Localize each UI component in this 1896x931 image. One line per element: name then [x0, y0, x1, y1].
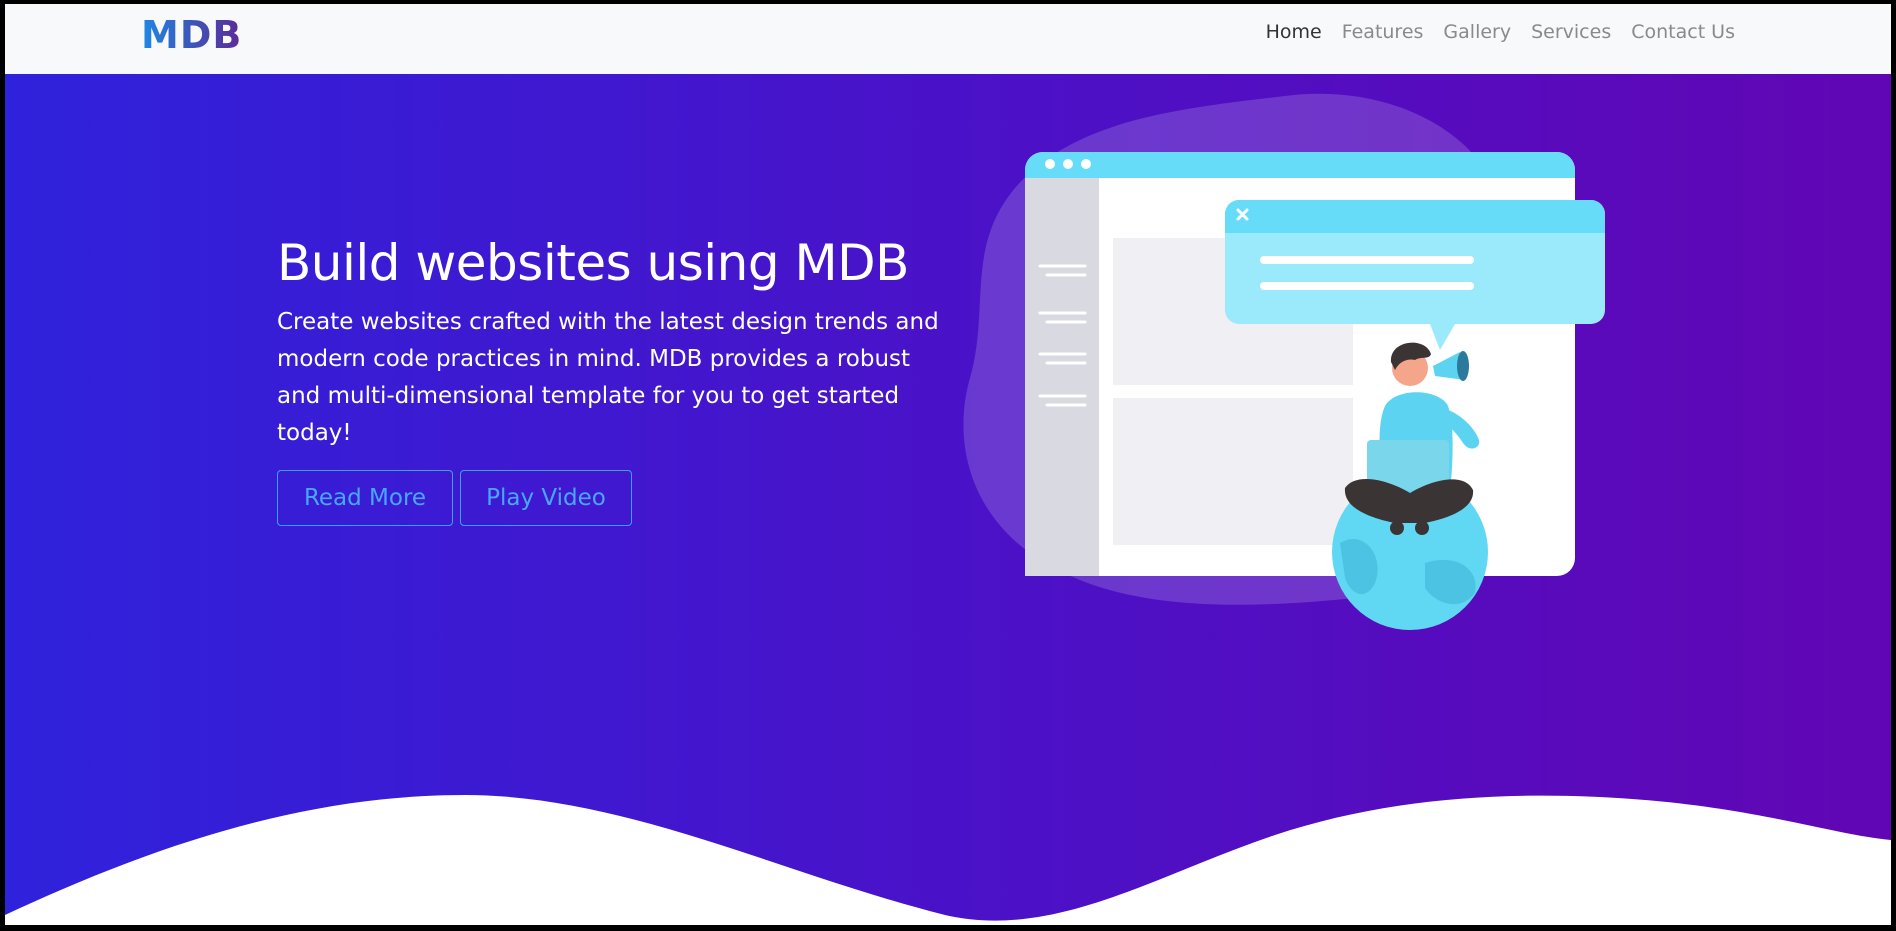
window-dot-icon [1081, 159, 1091, 169]
hero-description: Create websites crafted with the latest … [277, 309, 939, 446]
content-block [1113, 398, 1353, 545]
page-frame: MDB Home Features Gallery Services Conta… [5, 4, 1891, 925]
window-dot-icon [1045, 159, 1055, 169]
nav-item-contact-us[interactable]: Contact Us [1621, 18, 1745, 46]
bubble-line [1260, 282, 1474, 290]
window-dot-icon [1063, 159, 1073, 169]
nav-item-home[interactable]: Home [1256, 18, 1332, 46]
read-more-button[interactable]: Read More [277, 470, 453, 526]
navbar: MDB Home Features Gallery Services Conta… [5, 4, 1891, 74]
hero-title: Build websites using MDB [277, 234, 909, 292]
hero-section: Build websites using MDB Create websites… [5, 74, 1891, 925]
browser-sidebar [1025, 178, 1099, 576]
person-foot [1390, 521, 1404, 535]
nav-item-gallery[interactable]: Gallery [1433, 18, 1521, 46]
brand-logo[interactable]: MDB [141, 12, 242, 58]
nav-item-features[interactable]: Features [1332, 18, 1434, 46]
play-video-button[interactable]: Play Video [460, 470, 632, 526]
nav-item-services[interactable]: Services [1521, 18, 1621, 46]
hero-illustration [963, 93, 1605, 630]
bubble-line [1260, 256, 1474, 264]
person-foot [1415, 521, 1429, 535]
hero-wave-divider [5, 795, 1891, 925]
nav-links: Home Features Gallery Services Contact U… [1256, 18, 1745, 46]
speech-bubble-header [1225, 200, 1605, 233]
megaphone-rim [1457, 351, 1469, 381]
browser-titlebar [1025, 152, 1575, 178]
